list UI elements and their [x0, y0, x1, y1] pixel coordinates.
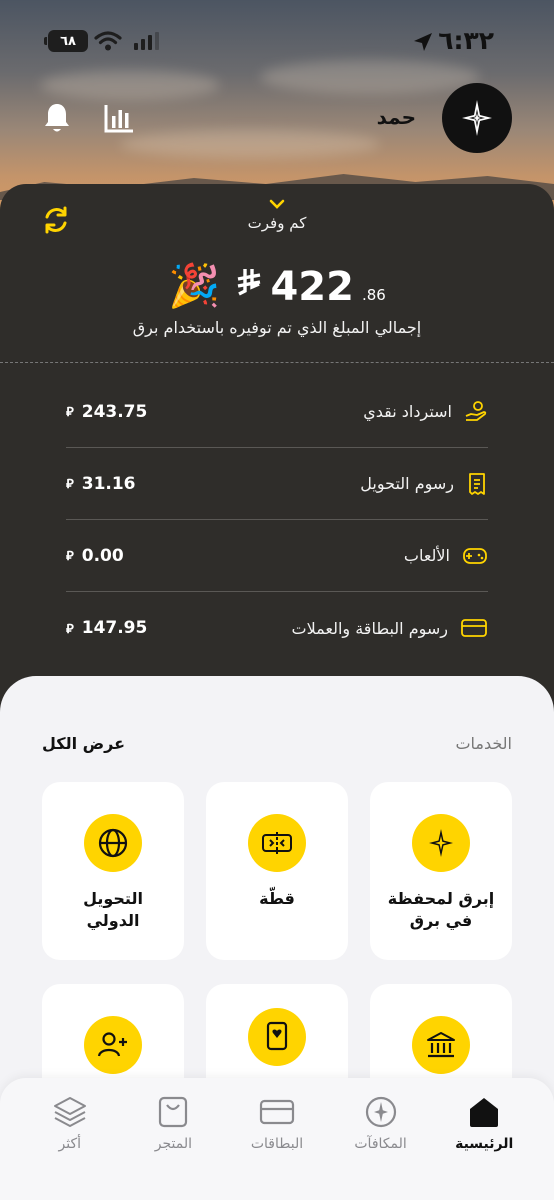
service-tile-label: التحويل الدولي [83, 889, 143, 930]
breakdown-amount: 0.00 [81, 545, 124, 566]
gamepad-icon [463, 547, 487, 564]
nav-label: المكافآت [354, 1136, 407, 1152]
bar-chart-icon [104, 105, 133, 133]
cashback-hand-icon [465, 400, 487, 421]
home-icon [470, 1098, 499, 1127]
avatar[interactable] [442, 83, 512, 153]
service-tile-international-transfer[interactable]: التحويل الدولي [42, 782, 184, 960]
total-integer: 422 [270, 264, 354, 310]
breakdown-label: استرداد نقدي [363, 402, 452, 421]
breakdown-row-card-fees[interactable]: ⃁ 147.95 رسوم البطاقة والعملات [66, 592, 488, 664]
breakdown-amount: 243.75 [81, 401, 148, 422]
user-name[interactable]: حمد [377, 105, 416, 129]
playing-card-icon [266, 1021, 288, 1051]
sparkle-logo-icon [462, 100, 492, 136]
notifications-button[interactable] [40, 98, 74, 138]
nav-label: الرئيسية [455, 1136, 514, 1152]
view-all-link[interactable]: عرض الكل [42, 734, 125, 753]
service-tile-split[interactable]: قطّة [206, 782, 348, 960]
breakdown-row-games[interactable]: ⃁ 0.00 الألعاب [66, 520, 488, 592]
bell-icon [45, 104, 69, 132]
globe-icon [98, 828, 128, 858]
store-icon [159, 1096, 188, 1128]
nav-label: البطاقات [250, 1136, 304, 1152]
nav-label: أكثر [58, 1136, 82, 1152]
breakdown-label: الألعاب [403, 546, 450, 565]
signal-icon [134, 32, 159, 50]
nav-item-store[interactable]: المتجر [127, 1092, 219, 1200]
services-title: الخدمات [455, 734, 512, 753]
currency-symbol [236, 266, 262, 310]
riyal-icon: ⃁ [66, 621, 74, 637]
layers-icon [53, 1097, 86, 1127]
riyal-icon: ⃁ [66, 405, 74, 420]
nav-label: المتجر [154, 1136, 193, 1152]
savings-card: كم وفرت 🎉 422 .86 إجمالي المبلغ الذي تم … [0, 184, 554, 724]
nav-item-rewards[interactable]: المكافآت [335, 1092, 427, 1200]
status-time: ٦:٣٢ [438, 26, 494, 55]
total-savings: 🎉 422 .86 [0, 261, 554, 311]
breakdown-amount: 147.95 [81, 618, 148, 638]
breakdown-label: رسوم البطاقة والعملات [291, 618, 448, 638]
savings-breakdown: ⃁ 243.75 استرداد نقدي ⃁ 31.16 رسوم التحويل… [66, 376, 488, 664]
riyal-icon [238, 269, 261, 296]
cards-icon [259, 1099, 295, 1125]
total-caption: إجمالي المبلغ الذي تم توفيره باستخدام بر… [132, 318, 422, 337]
bank-icon [427, 1032, 455, 1058]
nav-item-home[interactable]: الرئيسية [438, 1092, 530, 1200]
dashed-divider [0, 362, 554, 363]
sparkle-icon [429, 829, 453, 857]
card-icon [461, 619, 487, 637]
service-tile-label: إبرق لمحفظة في برق [387, 889, 495, 930]
breakdown-label: رسوم التحويل [360, 474, 454, 493]
wifi-icon [94, 31, 122, 51]
nav-item-cards[interactable]: البطاقات [231, 1092, 323, 1200]
riyal-icon: ⃁ [66, 549, 74, 564]
location-arrow-icon [414, 33, 432, 51]
header-actions [40, 98, 136, 138]
chevron-down-icon [269, 199, 285, 209]
service-tile-wallet-transfer[interactable]: إبرق لمحفظة في برق [370, 782, 512, 960]
bottom-nav: الرئيسية المكافآت البطاقات المتجر أكثر [0, 1078, 554, 1200]
battery-indicator: ٦٨ [44, 30, 88, 52]
status-bar: ٦٨ ٦:٣٢ [0, 24, 554, 60]
receipt-icon [469, 472, 485, 495]
party-popper-icon: 🎉 [168, 261, 221, 310]
stats-button[interactable] [102, 98, 136, 138]
rewards-icon [365, 1096, 396, 1128]
service-tile-label: قطّة [259, 889, 295, 908]
total-decimal: .86 [361, 286, 386, 304]
riyal-icon: ⃁ [66, 477, 74, 492]
breakdown-row-cashback[interactable]: ⃁ 243.75 استرداد نقدي [66, 376, 488, 448]
savings-toggle[interactable]: كم وفرت [0, 198, 554, 232]
add-user-icon [97, 1032, 127, 1057]
breakdown-amount: 31.16 [81, 473, 136, 494]
breakdown-row-transfer-fees[interactable]: ⃁ 31.16 رسوم التحويل [66, 448, 488, 520]
savings-toggle-label: كم وفرت [247, 214, 307, 232]
nav-item-more[interactable]: أكثر [24, 1092, 116, 1200]
split-icon [262, 832, 292, 854]
